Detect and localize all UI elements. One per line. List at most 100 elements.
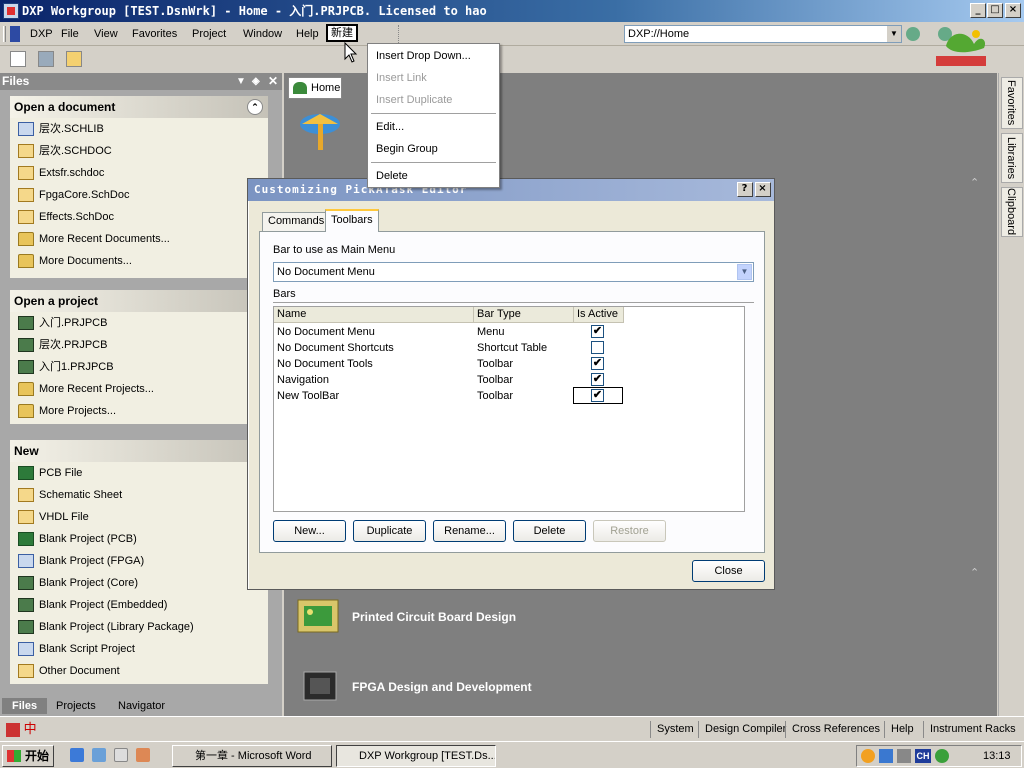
- tab-favorites[interactable]: Favorites: [1001, 77, 1023, 129]
- maximize-button[interactable]: □: [987, 3, 1003, 18]
- collapse-chevron-icon[interactable]: ⌃: [970, 566, 979, 579]
- network-icon[interactable]: [879, 749, 893, 763]
- menu-project[interactable]: Project: [189, 26, 229, 42]
- panel-close-icon[interactable]: ✕: [268, 73, 278, 90]
- status-instrument-racks[interactable]: Instrument Racks: [923, 721, 1016, 738]
- tab-clipboard[interactable]: Clipboard: [1001, 187, 1023, 237]
- active-checkbox[interactable]: ✔: [591, 373, 604, 386]
- address-bar[interactable]: DXP://Home ▼: [624, 25, 902, 43]
- list-item[interactable]: 层次.PRJPCB: [10, 334, 268, 356]
- tab-navigator[interactable]: Navigator: [108, 698, 175, 714]
- ie-icon[interactable]: [70, 748, 84, 762]
- tab-libraries[interactable]: Libraries: [1001, 133, 1023, 183]
- pin-icon[interactable]: ◈: [252, 73, 260, 90]
- dialog-help-button[interactable]: ?: [737, 182, 753, 197]
- new-bar-button[interactable]: New...: [273, 520, 346, 542]
- active-checkbox[interactable]: ✔: [591, 357, 604, 370]
- volume-icon[interactable]: [935, 749, 949, 763]
- tray-icon[interactable]: [861, 749, 875, 763]
- tab-projects[interactable]: Projects: [46, 698, 106, 714]
- status-design-compiler[interactable]: Design Compiler: [698, 721, 786, 738]
- start-button[interactable]: 开始: [2, 745, 54, 767]
- show-desktop-icon[interactable]: [114, 748, 128, 762]
- list-item[interactable]: Blank Project (Library Package): [10, 616, 268, 638]
- task-dxp[interactable]: DXP Workgroup [TEST.Ds...: [336, 745, 496, 767]
- back-arrow-icon[interactable]: [906, 27, 920, 41]
- open-document-header[interactable]: Open a document ⌃: [10, 96, 268, 118]
- close-window-button[interactable]: ×: [1005, 3, 1021, 18]
- list-item[interactable]: 层次.SCHDOC: [10, 140, 268, 162]
- active-checkbox[interactable]: ✔: [591, 325, 604, 338]
- list-item[interactable]: Blank Script Project: [10, 638, 268, 660]
- tab-commands[interactable]: Commands: [262, 212, 331, 231]
- menu-new-custom[interactable]: 新建: [326, 24, 358, 42]
- list-item[interactable]: Schematic Sheet: [10, 484, 268, 506]
- list-item[interactable]: FpgaCore.SchDoc: [10, 184, 268, 206]
- panel-menu-icon[interactable]: ▼: [236, 73, 246, 90]
- menu-dxp[interactable]: DXP: [27, 26, 56, 42]
- menu-window[interactable]: Window: [240, 26, 285, 42]
- list-item[interactable]: Extsfr.schdoc: [10, 162, 268, 184]
- tab-files[interactable]: Files: [2, 698, 48, 714]
- tab-toolbars[interactable]: Toolbars: [325, 209, 379, 232]
- list-item[interactable]: 入门1.PRJPCB: [10, 356, 268, 378]
- dialog-close-x-button[interactable]: ×: [755, 182, 771, 197]
- delete-button[interactable]: Delete: [513, 520, 586, 542]
- quick-launch-icon[interactable]: [136, 748, 150, 762]
- restore-button[interactable]: Restore: [593, 520, 666, 542]
- list-item[interactable]: Blank Project (Embedded): [10, 594, 268, 616]
- row-type[interactable]: Menu: [474, 324, 505, 340]
- row-type[interactable]: Toolbar: [474, 372, 513, 388]
- menu-item-insert-drop-down[interactable]: Insert Drop Down...: [376, 48, 471, 64]
- list-item[interactable]: VHDL File: [10, 506, 268, 528]
- list-item[interactable]: 入门.PRJPCB: [10, 312, 268, 334]
- menu-item-insert-duplicate[interactable]: Insert Duplicate: [376, 92, 452, 108]
- menu-help[interactable]: Help: [293, 26, 322, 42]
- menu-view[interactable]: View: [91, 26, 121, 42]
- list-item[interactable]: More Documents...: [10, 250, 268, 272]
- close-dialog-button[interactable]: Close: [692, 560, 765, 582]
- list-item[interactable]: Blank Project (FPGA): [10, 550, 268, 572]
- input-language[interactable]: CH: [915, 749, 931, 763]
- collapse-icon[interactable]: ⌃: [247, 99, 263, 115]
- new-document-icon[interactable]: [10, 51, 26, 67]
- list-item[interactable]: PCB File: [10, 462, 268, 484]
- status-help[interactable]: Help: [884, 721, 914, 738]
- column-header-name[interactable]: Name: [274, 307, 474, 323]
- menu-item-delete[interactable]: Delete: [376, 168, 408, 184]
- active-checkbox[interactable]: [591, 341, 604, 354]
- menu-item-edit[interactable]: Edit...: [376, 119, 404, 135]
- address-dropdown-icon[interactable]: ▼: [887, 26, 901, 42]
- row-name[interactable]: No Document Shortcuts: [274, 340, 394, 356]
- row-name[interactable]: Navigation: [274, 372, 329, 388]
- open-project-header[interactable]: Open a project: [10, 290, 268, 312]
- duplicate-button[interactable]: Duplicate: [353, 520, 426, 542]
- open-project-icon[interactable]: [38, 51, 54, 67]
- main-menu-select[interactable]: No Document Menu ▼: [273, 262, 754, 282]
- outlook-icon[interactable]: [92, 748, 106, 762]
- column-header-bar-type[interactable]: Bar Type: [474, 307, 574, 323]
- list-item[interactable]: 层次.SCHLIB: [10, 118, 268, 140]
- tab-home[interactable]: Home: [288, 77, 342, 99]
- active-checkbox[interactable]: ✔: [591, 389, 604, 402]
- chevron-down-icon[interactable]: ▼: [737, 264, 752, 280]
- window-title-bar[interactable]: DXP Workgroup [TEST.DsnWrk] - Home - 入门.…: [0, 0, 1024, 22]
- row-name[interactable]: No Document Tools: [274, 356, 373, 372]
- row-type[interactable]: Toolbar: [474, 388, 513, 404]
- column-header-is-active[interactable]: Is Active: [574, 307, 624, 323]
- menu-item-begin-group[interactable]: Begin Group: [376, 141, 438, 157]
- printer-icon[interactable]: [897, 749, 911, 763]
- dialog-title-bar[interactable]: Customizing PickATask Editor ? ×: [248, 179, 774, 201]
- new-header[interactable]: New: [10, 440, 268, 462]
- status-system[interactable]: System: [650, 721, 694, 738]
- help-advisor-icon[interactable]: [66, 51, 82, 67]
- pcb-design-link[interactable]: Printed Circuit Board Design: [352, 610, 516, 624]
- list-item[interactable]: Blank Project (Core): [10, 572, 268, 594]
- row-type[interactable]: Toolbar: [474, 356, 513, 372]
- fpga-design-link[interactable]: FPGA Design and Development: [352, 680, 532, 694]
- row-name[interactable]: No Document Menu: [274, 324, 375, 340]
- list-item[interactable]: More Projects...: [10, 400, 268, 422]
- rename-button[interactable]: Rename...: [433, 520, 506, 542]
- collapse-chevron-icon[interactable]: ⌃: [970, 176, 979, 189]
- minimize-button[interactable]: _: [970, 3, 986, 18]
